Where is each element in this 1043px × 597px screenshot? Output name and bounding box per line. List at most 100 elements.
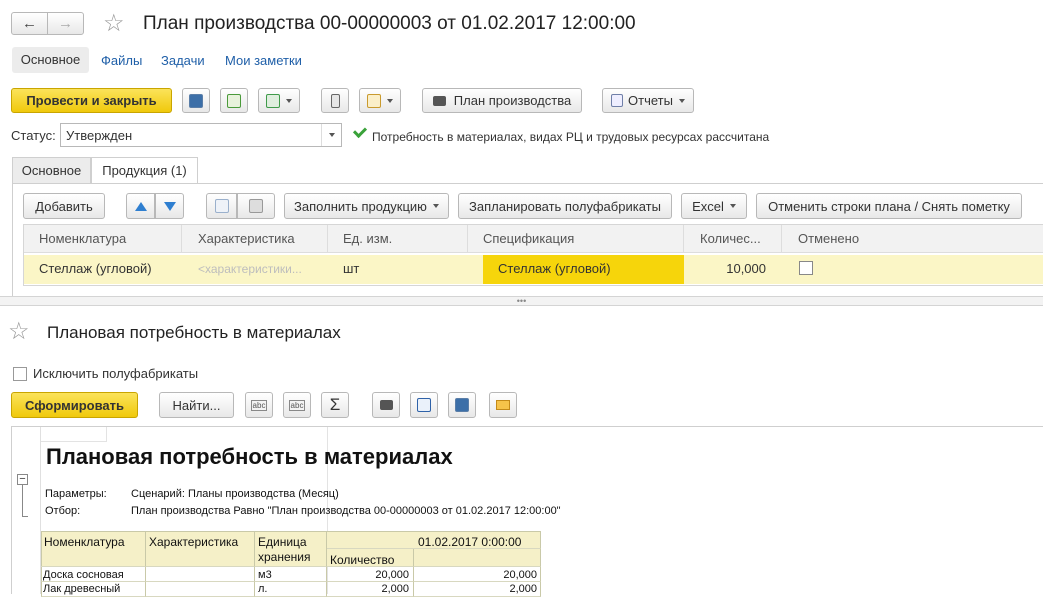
printer-icon	[432, 95, 446, 106]
dropdown-button[interactable]	[321, 124, 341, 146]
arrow-right-icon: →	[58, 15, 73, 32]
copy-icon	[214, 199, 229, 213]
tab-panel-border	[12, 183, 1043, 184]
report-th-date-label: 01.02.2017 0:00:00	[418, 535, 522, 549]
create-based-on-button[interactable]	[258, 88, 300, 113]
group-expand-button[interactable]: abc	[283, 392, 311, 418]
nav-tab-tasks[interactable]: Задачи	[161, 53, 205, 68]
chevron-down-icon	[329, 133, 335, 137]
status-select[interactable]: Утвержден	[60, 123, 342, 147]
report-favorite-star-icon[interactable]: ☆	[8, 317, 30, 346]
tab-products[interactable]: Продукция (1)	[91, 157, 198, 184]
report-th-nomenclature-label: Номенклатура	[44, 535, 125, 549]
report-row-1-period: 20,000	[503, 569, 537, 581]
plan-semifinished-button[interactable]: Запланировать полуфабрикаты	[458, 193, 672, 219]
sum-button[interactable]: Σ	[321, 392, 349, 418]
grid-header-cancelled[interactable]: Отменено	[782, 225, 1043, 253]
journal-button[interactable]	[321, 88, 349, 113]
post-and-close-button[interactable]: Провести и закрыть	[11, 88, 172, 113]
envelope-icon	[496, 400, 510, 410]
create-based-icon	[266, 93, 280, 108]
group-collapse-button[interactable]: abc	[245, 392, 273, 418]
post-button[interactable]	[220, 88, 248, 113]
report-top-cell	[41, 427, 107, 442]
paste-icon	[249, 199, 263, 213]
fill-products-button[interactable]: Заполнить продукцию	[284, 193, 449, 219]
generate-button[interactable]: Сформировать	[11, 392, 138, 418]
copy-button[interactable]	[206, 193, 237, 219]
print-preview-icon	[417, 398, 431, 412]
arrow-up-icon	[134, 201, 147, 211]
group-collapse-icon[interactable]: −	[17, 474, 28, 485]
excel-button[interactable]: Excel	[681, 193, 747, 219]
send-email-button[interactable]	[489, 392, 517, 418]
sigma-icon: Σ	[329, 395, 341, 414]
production-plan-print-button[interactable]: План производства	[422, 88, 582, 113]
report-heading: Плановая потребность в материалах	[46, 444, 453, 469]
printer-icon	[379, 400, 393, 410]
ungroup-icon: abc	[288, 399, 306, 411]
reports-button[interactable]: Отчеты	[602, 88, 694, 113]
exclude-semifinished-label[interactable]: Исключить полуфабрикаты	[33, 366, 198, 381]
report-row-2-qty: 2,000	[381, 583, 409, 595]
floppy-icon	[189, 93, 203, 108]
row-cancelled-checkbox[interactable]	[799, 261, 813, 275]
report-filter-value: План производства Равно "План производст…	[131, 505, 561, 517]
report-row-1-qty: 20,000	[375, 569, 409, 581]
report-row-2-name: Лак древесный	[43, 583, 121, 595]
window-title: План производства 00-00000003 от 01.02.2…	[143, 13, 636, 34]
row-specification: Стеллаж (угловой)	[498, 261, 611, 276]
post-document-icon	[227, 93, 241, 108]
report-params-value: Сценарий: Планы производства (Месяц)	[131, 488, 339, 500]
print-button[interactable]	[372, 392, 400, 418]
report-th-characteristic-label: Характеристика	[149, 535, 239, 549]
report-row-1-name: Доска сосновая	[43, 569, 124, 581]
nav-tab-notes[interactable]: Мои заметки	[225, 53, 302, 68]
row-unit[interactable]: шт	[343, 255, 463, 283]
arrow-left-icon: ←	[22, 15, 37, 32]
group-icon: abc	[250, 399, 268, 411]
report-th-quantity-label: Количество	[330, 553, 395, 567]
row-characteristic[interactable]: <характеристики...	[198, 255, 326, 283]
report-row-2-unit: л.	[258, 583, 268, 595]
report-icon	[611, 94, 624, 107]
status-label: Статус:	[11, 128, 56, 143]
move-down-button[interactable]	[155, 193, 184, 219]
report-panel-title: Плановая потребность в материалах	[47, 323, 341, 342]
forward-button[interactable]: →	[47, 12, 84, 35]
report-th-unit-line2: хранения	[258, 550, 311, 564]
grid-header-quantity[interactable]: Количес...	[684, 225, 782, 253]
chevron-down-icon	[432, 204, 439, 208]
panel-splitter[interactable]: •••	[0, 296, 1043, 306]
cancel-plan-rows-button[interactable]: Отменить строки плана / Снять пометку	[756, 193, 1022, 219]
floppy-icon	[455, 398, 469, 412]
status-message: Потребность в материалах, видах РЦ и тру…	[372, 130, 770, 144]
exclude-semifinished-checkbox[interactable]	[13, 367, 27, 381]
save-report-button[interactable]	[448, 392, 476, 418]
paste-button[interactable]	[237, 193, 275, 219]
back-button[interactable]: ←	[11, 12, 48, 35]
row-quantity[interactable]: 10,000	[684, 255, 766, 283]
grid-header-unit[interactable]: Ед. изм.	[328, 225, 468, 253]
grid-header-nomenclature[interactable]: Номенклатура	[24, 225, 182, 253]
find-button[interactable]: Найти...	[159, 392, 234, 418]
nav-tab-files[interactable]: Файлы	[101, 53, 142, 68]
save-button[interactable]	[182, 88, 210, 113]
grid-header-specification[interactable]: Спецификация	[468, 225, 684, 253]
row-nomenclature[interactable]: Стеллаж (угловой)	[39, 255, 179, 283]
report-th-period-value	[414, 549, 541, 567]
group-bracket	[22, 485, 28, 517]
grid-header-characteristic[interactable]: Характеристика	[182, 225, 328, 253]
check-icon	[352, 123, 368, 139]
move-up-button[interactable]	[126, 193, 155, 219]
document-clock-icon	[367, 93, 381, 108]
chevron-down-icon	[729, 204, 736, 208]
add-button[interactable]: Добавить	[23, 193, 105, 219]
report-params-label: Параметры:	[45, 488, 107, 500]
favorite-star-icon[interactable]: ☆	[103, 9, 125, 38]
preview-button[interactable]	[410, 392, 438, 418]
documents-menu-button[interactable]	[359, 88, 401, 113]
journal-icon	[330, 93, 340, 108]
tab-main[interactable]: Основное	[12, 157, 91, 183]
nav-tab-main[interactable]: Основное	[12, 47, 89, 73]
